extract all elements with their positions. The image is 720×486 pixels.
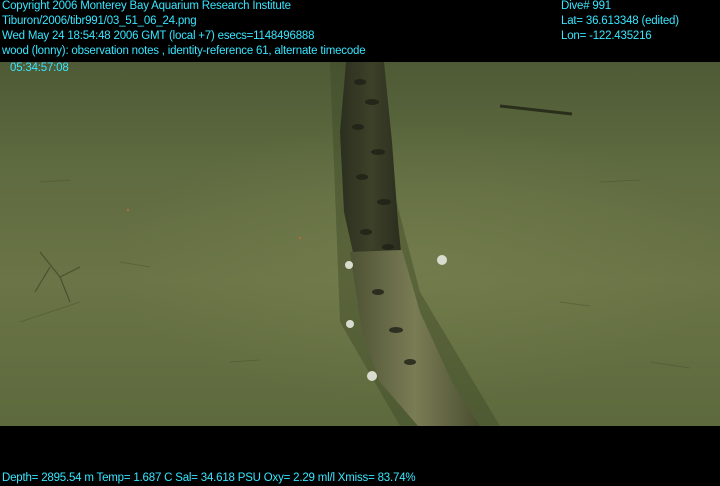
filename-text: Tiburon/2006/tibr991/03_51_06_24.png — [2, 15, 197, 27]
timecode-text: 05:34:57:08 — [10, 62, 69, 74]
copyright-text: Copyright 2006 Monterey Bay Aquarium Res… — [2, 0, 291, 12]
seafloor-scene — [0, 62, 720, 426]
seafloor-image — [19, 62, 691, 426]
organism-left — [34, 251, 81, 303]
longitude: Lon= -122.435216 — [561, 30, 652, 42]
distant-wood — [499, 104, 573, 116]
laser-dots — [126, 208, 302, 240]
video-frame: Copyright 2006 Monterey Bay Aquarium Res… — [0, 0, 720, 486]
annotation-text: wood (lonny): observation notes , identi… — [2, 45, 366, 57]
dive-number: Dive# 991 — [561, 0, 611, 12]
latitude: Lat= 36.613348 (edited) — [561, 15, 679, 27]
log-upper — [340, 62, 402, 266]
sensor-readout: Depth= 2895.54 m Temp= 1.687 C Sal= 34.6… — [2, 472, 416, 484]
datetime-text: Wed May 24 18:54:48 2006 GMT (local +7) … — [2, 30, 315, 42]
